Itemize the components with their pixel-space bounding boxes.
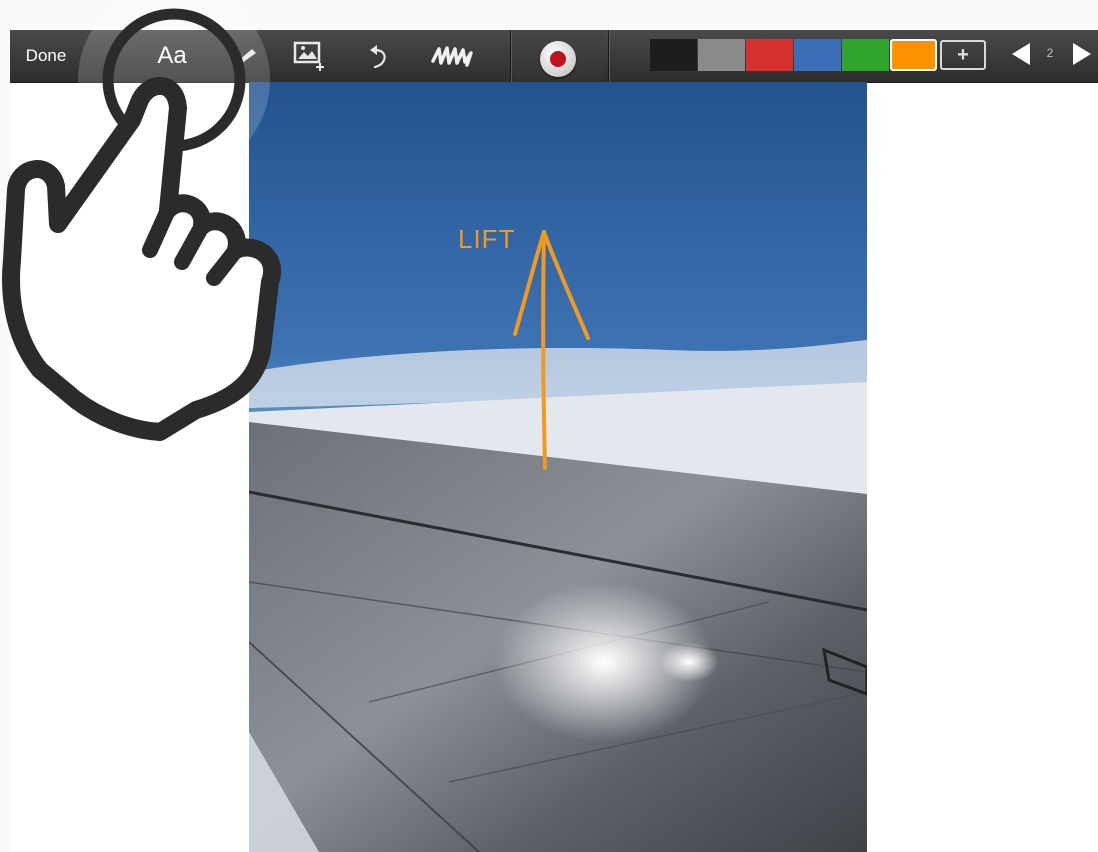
- record-icon: [550, 51, 566, 67]
- toolbar-divider: [608, 30, 609, 82]
- color-swatch[interactable]: [842, 39, 889, 71]
- lift-annotation-text: LIFT: [458, 224, 516, 254]
- toolbar-divider: [510, 30, 511, 82]
- color-swatch[interactable]: [650, 39, 697, 71]
- page-number: 2: [1046, 46, 1054, 60]
- scribble-eraser-icon: [431, 46, 473, 67]
- clear-scribble-button[interactable]: [426, 30, 478, 82]
- undo-button[interactable]: [362, 30, 396, 82]
- color-swatch[interactable]: [794, 39, 841, 71]
- color-swatch[interactable]: [698, 39, 745, 71]
- record-button[interactable]: [540, 41, 576, 77]
- add-color-button[interactable]: +: [940, 40, 986, 70]
- previous-page-icon[interactable]: [1012, 43, 1030, 65]
- color-swatch[interactable]: [890, 39, 937, 71]
- next-page-icon[interactable]: [1073, 43, 1091, 65]
- lift-arrow-annotation: [513, 230, 590, 470]
- undo-icon: [370, 45, 386, 69]
- tap-hand-icon: [2, 0, 281, 441]
- color-swatch[interactable]: [746, 39, 793, 71]
